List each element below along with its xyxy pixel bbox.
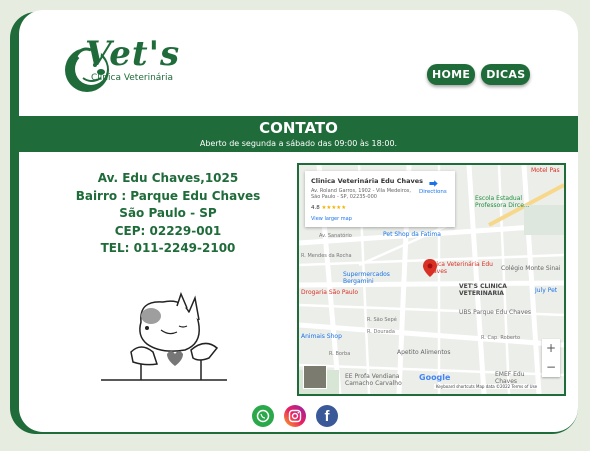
map-place-card: Clinica Veterinária Edu Chaves Av. Rolan…	[305, 171, 455, 227]
brand-title: Vet's	[85, 34, 181, 74]
map-label-animais: Animais Shop	[301, 333, 342, 340]
map-label-apetito: Apetito Alimentos	[397, 349, 451, 356]
address-street: Av. Edu Chaves,1025	[97, 171, 239, 185]
brand: Vet's Clínica Veterinária	[85, 37, 180, 83]
contact-banner: CONTATO Aberto de segunda a sábado das 0…	[19, 116, 578, 152]
map-label-colegio: Colégio Monte Sinai	[501, 265, 561, 272]
map-place-address: Av. Roland Garros, 1902 - Vila Medeiros,…	[311, 188, 411, 200]
map-label-escola: Escola Estadual Professora Dirce...	[475, 195, 530, 209]
map-label-emef: EMEF Edu Chaves	[495, 371, 525, 385]
top-nav: HOME DICAS	[427, 64, 531, 85]
map-place-name: Clinica Veterinária Edu Chaves	[311, 177, 423, 185]
facebook-icon[interactable]: f	[316, 405, 338, 427]
map-zoom-control: + −	[542, 339, 560, 377]
address-block: Av. Edu Chaves,1025 Bairro : Parque Edu …	[59, 170, 277, 258]
page-card: Vet's Clínica Veterinária HOME DICAS CON…	[19, 10, 578, 432]
map-label-ubs: UBS Parque Edu Chaves	[459, 309, 532, 316]
map-label-ee: EE Profa Vendiana Camacho Carvalho	[345, 373, 402, 387]
address-phone: TEL: 011-2249-2100	[100, 241, 236, 255]
map-label-july: July Pet	[535, 287, 558, 294]
map-attribution[interactable]: Keyboard shortcuts Map data ©2022 Terms …	[434, 384, 540, 389]
zoom-in-button[interactable]: +	[542, 339, 560, 358]
social-links: f	[252, 405, 338, 427]
map-road-borba: R. Borba	[329, 351, 351, 357]
view-larger-map-link[interactable]: View larger map	[311, 216, 352, 222]
dog-illustration	[101, 292, 227, 381]
star-icon: ★★★★★	[321, 205, 347, 211]
map-rating-value: 4.8	[311, 205, 320, 211]
map-road-sanatorio: Av. Sanatório	[319, 233, 352, 239]
map-rating: 4.8 ★★★★★	[311, 205, 346, 211]
map-road-mendes: R. Mendes da Rocha	[301, 253, 352, 259]
map-road-dourada: R. Dourada	[367, 329, 395, 335]
page-title: CONTATO	[259, 119, 338, 137]
map-label-motel: Motel Pas	[531, 167, 560, 174]
address-cep: CEP: 02229-001	[114, 223, 222, 238]
map-road-cap-roberto: R. Cap. Roberto	[481, 335, 521, 341]
map-label-petshop: Pet Shop da Fatima	[383, 231, 441, 238]
address-district: Bairro : Parque Edu Chaves	[75, 188, 261, 203]
brand-subtitle: Clínica Veterinária	[91, 73, 174, 83]
instagram-icon[interactable]	[284, 405, 306, 427]
directions-link[interactable]: Directions	[419, 189, 447, 195]
map-label-supermercados: Supermercados Bergamini	[343, 271, 390, 285]
google-logo: Google	[419, 373, 451, 382]
nav-home-button[interactable]: HOME	[427, 64, 476, 85]
map-satellite-toggle[interactable]	[303, 365, 327, 389]
zoom-out-button[interactable]: −	[542, 358, 560, 377]
map-pin-icon[interactable]	[423, 259, 437, 277]
map-label-vets: VET'S CLINICA VETERINARIA	[459, 283, 507, 297]
map-label-drogaria: Drogaria São Paulo	[301, 289, 359, 296]
nav-dicas-button[interactable]: DICAS	[481, 64, 531, 85]
opening-hours: Aberto de segunda a sábado das 09:00 às …	[199, 139, 398, 148]
location-map[interactable]: Clinica Veterinária Edu Chaves Av. Rolan…	[297, 163, 566, 396]
whatsapp-icon[interactable]	[252, 405, 274, 427]
map-road-sao-sepe: R. São Sepé	[367, 317, 397, 323]
address-city: São Paulo - SP	[119, 206, 217, 220]
